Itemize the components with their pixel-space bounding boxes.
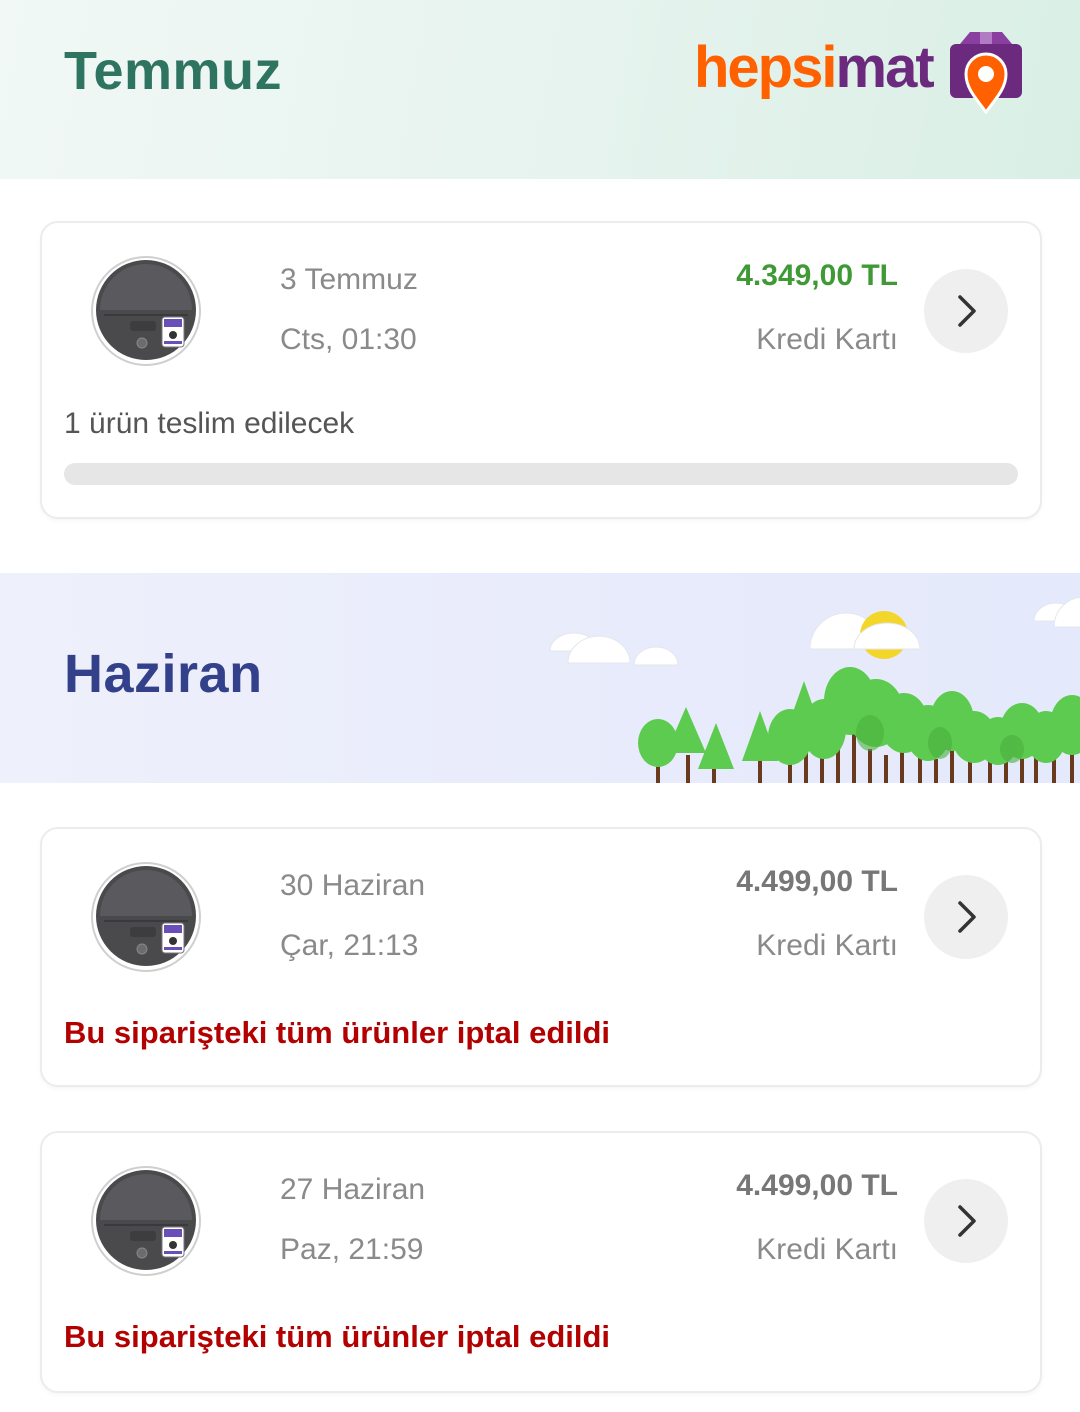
cancellation-status: Bu siparişteki tüm ürünler iptal edildi [64,1319,611,1354]
robot-vacuum-icon [90,255,202,367]
forest-scenery-illustration [549,596,1080,783]
payment-method: Kredi Kartı [756,929,898,962]
robot-vacuum-icon [90,1165,202,1277]
month-title: Temmuz [64,41,283,101]
pin-box-icon [950,32,1022,114]
cancellation-status: Bu siparişteki tüm ürünler iptal edildi [64,1015,611,1050]
order-card[interactable]: 3 Temmuz Cts, 01:30 4.349,00 TL Kredi Ka… [40,221,1042,519]
order-date: 27 Haziran [280,1173,426,1206]
order-card[interactable]: 27 Haziran Paz, 21:59 4.499,00 TL Kredi … [40,1131,1042,1393]
delivery-status: 1 ürün teslim edilecek [64,407,355,440]
order-detail-button[interactable] [924,875,1008,959]
order-price: 4.499,00 TL [736,1169,898,1202]
order-price: 4.499,00 TL [736,865,898,898]
robot-vacuum-icon [90,861,202,973]
order-date: 30 Haziran [280,869,426,902]
payment-method: Kredi Kartı [756,323,898,356]
chevron-right-icon [946,291,986,331]
payment-method: Kredi Kartı [756,1233,898,1266]
order-time: Paz, 21:59 [280,1233,424,1266]
order-time: Cts, 01:30 [280,323,417,356]
order-detail-button[interactable] [924,269,1008,353]
delivery-progress-bar [64,463,1018,485]
chevron-right-icon [946,897,986,937]
month-title: Haziran [64,644,263,704]
order-card[interactable]: 30 Haziran Çar, 21:13 4.499,00 TL Kredi … [40,827,1042,1087]
order-date: 3 Temmuz [280,263,418,296]
logo-text-part2: mat [835,35,935,100]
logo-text-part1: hepsi [694,35,837,100]
order-detail-button[interactable] [924,1179,1008,1263]
hepsimat-logo: hepsimat [694,30,1024,114]
month-header-june: Haziran [0,573,1080,783]
order-price: 4.349,00 TL [736,259,898,292]
chevron-right-icon [946,1201,986,1241]
order-time: Çar, 21:13 [280,929,419,962]
month-header-july: Temmuz hepsimat [0,0,1080,179]
